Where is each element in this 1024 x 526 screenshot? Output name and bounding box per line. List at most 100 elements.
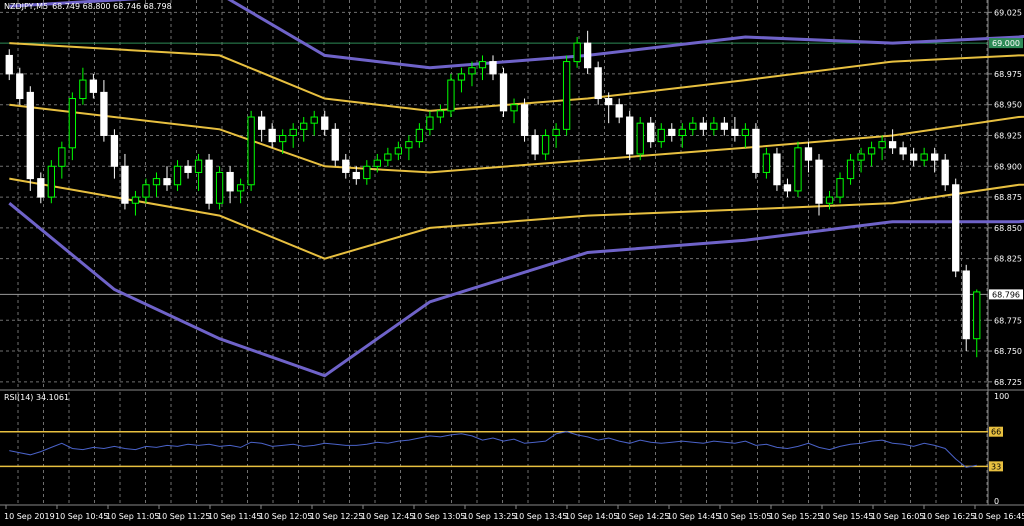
time-tick-label: 10 Sep 16:25: [922, 512, 975, 521]
candle-body: [352, 171, 360, 180]
time-tick-label: 10 Sep 15:05: [718, 512, 771, 521]
candle-body: [47, 165, 55, 198]
symbol-header: NZDJPY,M5 68.749 68.800 68.746 68.798: [4, 2, 172, 11]
candle-body: [520, 104, 529, 136]
candle-body: [836, 178, 844, 198]
candle-body: [405, 141, 413, 149]
time-tick-label: 10 Sep 14:45: [667, 512, 720, 521]
candle-body: [205, 159, 213, 204]
candle-body: [310, 116, 318, 124]
candle-body: [647, 122, 655, 143]
candle-body: [699, 122, 707, 130]
time-tick-label: 10 Sep 12:05: [259, 512, 312, 521]
candle: [952, 178, 960, 278]
time-tick-label: 10 Sep 14:25: [616, 512, 669, 521]
candle-body: [741, 128, 750, 136]
candle-body: [499, 73, 508, 112]
candle-body: [583, 42, 592, 69]
candle-body: [373, 159, 381, 167]
candle-body: [257, 116, 266, 130]
time-tick-label: 10 Sep 15:45: [820, 512, 873, 521]
candle-body: [79, 79, 87, 100]
candle-body: [131, 196, 140, 204]
candle-body: [668, 128, 676, 136]
candle-body: [110, 134, 119, 167]
trading-chart[interactable]: 69.025 68.975 68.950 68.925 68.900 68.875 68.8…: [0, 0, 1024, 526]
candle-body: [552, 128, 560, 136]
time-tick-label: 10 Sep 12:25: [310, 512, 363, 521]
candle-body: [236, 184, 245, 192]
time-tick-label: 10 Sep 2019: [4, 512, 55, 521]
candle-body: [247, 116, 255, 186]
candle: [447, 73, 455, 118]
price-tick-label: 68.950: [994, 101, 1022, 110]
candle-body: [783, 184, 792, 192]
candle-body: [268, 128, 276, 143]
candle-body: [457, 73, 466, 81]
candle-body: [626, 116, 634, 155]
candle-body: [931, 153, 939, 161]
time-tick-label: 10 Sep 11:05: [106, 512, 159, 521]
rsi-level-label: 33: [991, 462, 1001, 471]
candle-body: [678, 128, 686, 136]
candle-body: [89, 79, 98, 93]
time-tick-label: 10 Sep 10:45: [55, 512, 108, 521]
candle-body: [26, 91, 34, 180]
candle: [215, 166, 224, 210]
candle-body: [142, 184, 150, 198]
candle-body: [846, 159, 855, 180]
candle: [594, 61, 602, 105]
price-tick-label: 68.875: [994, 193, 1022, 202]
ohlc-readout: 68.749 68.800 68.746 68.798: [52, 2, 172, 11]
candle-body: [825, 196, 834, 204]
candle-body: [342, 159, 350, 173]
candle-body: [100, 91, 108, 136]
candle-body: [878, 141, 886, 149]
price-tick-label: 68.725: [994, 378, 1022, 387]
candle-body: [573, 42, 581, 63]
candle: [626, 110, 634, 161]
price-tick-label: 68.925: [994, 131, 1022, 140]
candle-body: [215, 171, 224, 204]
candle-body: [615, 104, 623, 118]
price-tick-label: 68.900: [994, 162, 1022, 171]
candle-body: [5, 54, 13, 75]
rsi-tick-label: 100: [994, 392, 1009, 401]
candle-body: [689, 122, 697, 130]
candle-body: [447, 79, 455, 112]
candle-body: [710, 122, 718, 130]
candle-body: [152, 178, 161, 186]
time-tick-label: 10 Sep 16:05: [871, 512, 924, 521]
candle-body: [605, 98, 613, 106]
candle-body: [773, 153, 781, 186]
time-tick-label: 10 Sep 13:45: [514, 512, 567, 521]
candle-body: [815, 159, 823, 204]
candle-body: [16, 73, 24, 100]
candle: [520, 98, 529, 142]
candle: [773, 147, 781, 191]
candle-body: [194, 159, 203, 173]
candle-body: [289, 128, 297, 136]
price-tick-label: 69.025: [994, 8, 1022, 17]
candle: [26, 86, 34, 191]
price-tick-label: 68.775: [994, 316, 1022, 325]
time-tick-label: 10 Sep 15:25: [769, 512, 822, 521]
candle: [752, 123, 760, 179]
candle-body: [594, 67, 602, 100]
price-tick-label: 68.850: [994, 224, 1022, 233]
candle-body: [541, 134, 550, 155]
rsi-label: RSI(14) 34.1061: [4, 393, 69, 402]
time-tick-label: 10 Sep 14:05: [565, 512, 618, 521]
candle: [499, 67, 508, 118]
candle: [794, 141, 802, 198]
candle-body: [478, 61, 487, 69]
candle-body: [394, 147, 403, 155]
candle: [962, 264, 970, 352]
candle-body: [962, 270, 970, 340]
candle-body: [163, 178, 171, 186]
rsi-level-label: 66: [991, 428, 1001, 437]
candle-body: [562, 61, 571, 130]
candle-body: [899, 147, 907, 155]
candle-body: [37, 178, 45, 198]
candle-body: [300, 122, 308, 130]
